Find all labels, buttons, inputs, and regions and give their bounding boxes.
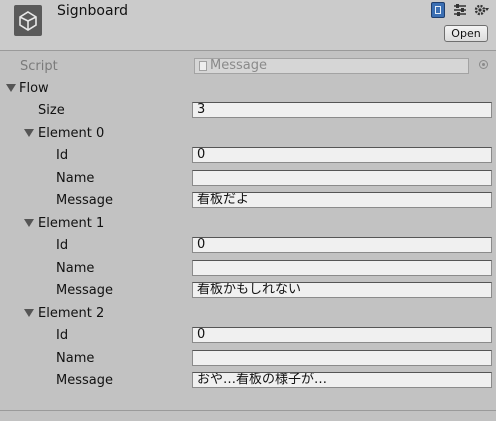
name-label: Name [56,171,95,186]
element-2-id-input[interactable]: 0 [192,327,492,343]
element-1-name-row: Name [0,258,496,280]
element-2-message-row: Message おや…看板の様子が… [0,370,496,392]
id-label: Id [56,328,69,343]
script-value: Message [210,58,267,73]
message-label: Message [56,283,113,298]
size-label: Size [38,103,65,118]
script-row: Script Message [0,56,496,78]
preset-sliders-icon[interactable] [452,2,468,18]
element-0-id-input[interactable]: 0 [192,147,492,163]
script-label: Script [20,59,58,74]
id-label: Id [56,148,69,163]
id-label: Id [56,238,69,253]
element-1-foldout-arrow-icon[interactable] [24,219,34,227]
flow-foldout[interactable]: Flow [0,78,496,100]
element-2-label: Element 2 [38,306,105,321]
script-file-icon [199,61,207,71]
element-1-message-input[interactable]: 看板かもしれない [192,282,492,298]
element-1-foldout[interactable]: Element 1 [0,213,496,235]
script-object-field[interactable]: Message [194,58,469,74]
element-2-foldout[interactable]: Element 2 [0,303,496,325]
object-picker-icon[interactable] [479,60,488,69]
size-input[interactable]: 3 [192,102,492,118]
message-label: Message [56,373,113,388]
divider [0,410,496,411]
message-label: Message [56,193,113,208]
element-1-id-row: Id 0 [0,235,496,257]
element-2-name-input[interactable] [192,350,492,366]
element-0-id-row: Id 0 [0,145,496,167]
inspector-header: Signboard Open [0,0,496,51]
component-title: Signboard [57,3,128,19]
element-2-message-input[interactable]: おや…看板の様子が… [192,372,492,388]
element-1-name-input[interactable] [192,260,492,276]
open-button[interactable]: Open [444,25,488,42]
unity-logo-icon [14,5,42,36]
element-0-foldout-arrow-icon[interactable] [24,129,34,137]
element-0-label: Element 0 [38,126,105,141]
element-0-foldout[interactable]: Element 0 [0,123,496,145]
element-1-id-input[interactable]: 0 [192,237,492,253]
name-label: Name [56,351,95,366]
element-2-foldout-arrow-icon[interactable] [24,309,34,317]
element-0-name-input[interactable] [192,170,492,186]
gear-icon[interactable] [474,2,490,18]
flow-foldout-arrow-icon[interactable] [6,84,16,92]
size-row: Size 3 [0,100,496,122]
element-2-id-row: Id 0 [0,325,496,347]
element-0-name-row: Name [0,168,496,190]
flow-label: Flow [19,81,49,96]
element-2-name-row: Name [0,348,496,370]
name-label: Name [56,261,95,276]
element-0-message-row: Message 看板だよ [0,190,496,212]
element-0-message-input[interactable]: 看板だよ [192,192,492,208]
element-1-message-row: Message 看板かもしれない [0,280,496,302]
help-book-icon[interactable] [430,2,446,18]
element-1-label: Element 1 [38,216,105,231]
